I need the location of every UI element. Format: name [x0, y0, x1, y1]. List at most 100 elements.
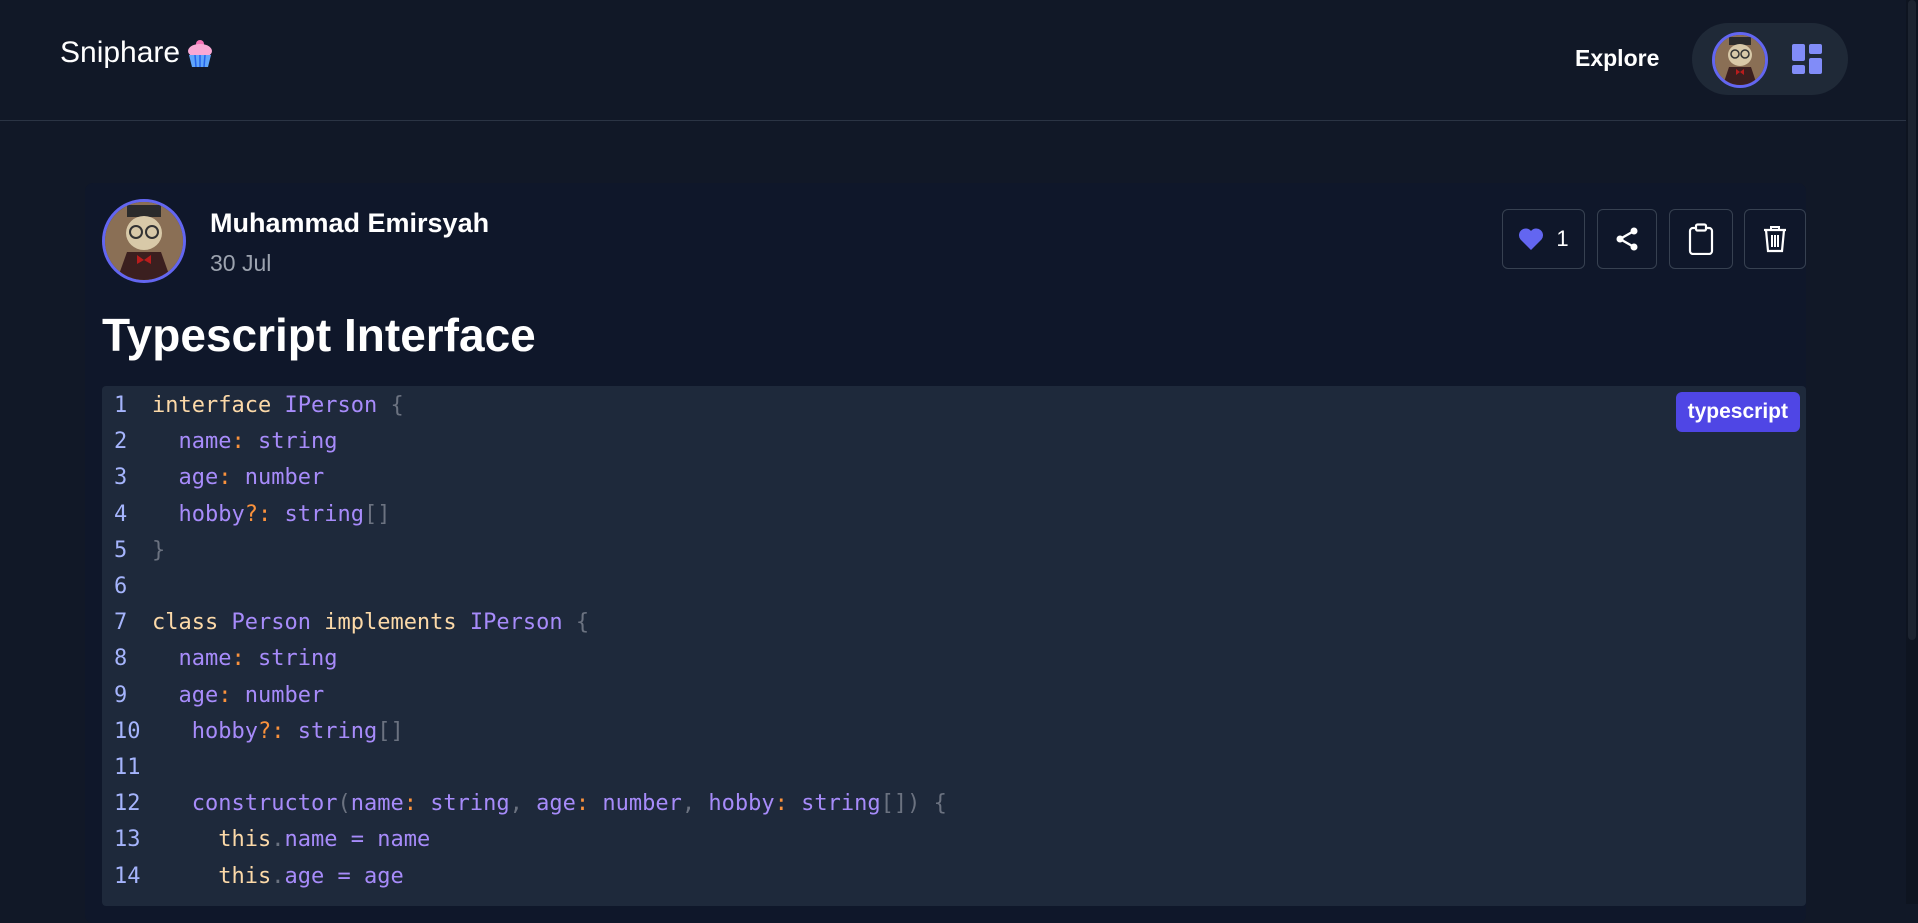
line-number: 13	[114, 827, 141, 853]
line-number: 8	[114, 646, 128, 672]
code-token: name	[284, 827, 338, 853]
code-token: :	[231, 429, 245, 455]
code-token: name	[178, 429, 232, 455]
like-count: 1	[1556, 226, 1569, 251]
code-token: name	[350, 791, 404, 817]
brand-logo[interactable]: Sniphare	[60, 36, 214, 70]
line-number: 1	[114, 393, 128, 418]
code-token: string	[284, 501, 364, 527]
code-token: hobby	[708, 791, 775, 817]
code-text: }	[152, 533, 165, 569]
delete-button[interactable]	[1744, 209, 1806, 269]
code-text: name: string	[152, 424, 338, 460]
code-token: {	[933, 791, 947, 817]
clipboard-icon	[1688, 223, 1714, 255]
owl-avatar-icon	[105, 202, 183, 280]
code-token: ,	[681, 791, 696, 817]
code-token: string	[257, 646, 338, 672]
code-token: age	[284, 863, 325, 889]
code-block[interactable]: typescript 1 interface IPerson {2 name: s…	[102, 386, 1806, 906]
code-token: hobby	[178, 501, 245, 527]
share-button[interactable]	[1597, 209, 1657, 269]
brand-name: Sniphare	[60, 36, 181, 69]
code-token: [])	[880, 791, 921, 817]
code-token: :	[774, 791, 788, 817]
code-text: interface IPerson {	[152, 388, 404, 424]
code-text: this.age = age	[152, 859, 403, 895]
code-token: name	[377, 827, 431, 853]
code-token: age	[178, 682, 219, 708]
trash-icon	[1764, 226, 1786, 253]
code-token: ?:	[257, 718, 285, 744]
code-token: string	[257, 429, 338, 455]
code-token: ,	[509, 791, 523, 817]
code-text: age: number	[152, 460, 325, 496]
nav-explore-link[interactable]: Explore	[1575, 45, 1659, 72]
code-text: class Person implements IPerson {	[152, 605, 589, 641]
code-token: number	[602, 791, 682, 817]
code-token: class	[152, 610, 219, 636]
top-navbar: Sniphare Explore	[0, 0, 1906, 121]
code-token: {	[390, 393, 404, 418]
code-token: :	[218, 465, 232, 491]
dashboard-icon[interactable]	[1791, 43, 1823, 75]
scrollbar-thumb[interactable]	[1908, 0, 1916, 640]
copy-button[interactable]	[1669, 209, 1733, 269]
code-token: :	[403, 791, 417, 817]
code-token: interface	[152, 393, 272, 418]
like-button[interactable]: 1	[1502, 209, 1585, 269]
code-token: {	[575, 610, 590, 636]
code-token: this	[218, 827, 272, 853]
author-name[interactable]: Muhammad Emirsyah	[210, 208, 489, 239]
code-token: constructor	[191, 791, 338, 817]
code-token: .	[271, 863, 285, 889]
code-token: []	[377, 718, 404, 744]
user-menu[interactable]	[1692, 23, 1848, 95]
code-text: hobby?: string[]	[152, 714, 404, 750]
code-token: age	[536, 791, 576, 817]
code-token: age	[178, 465, 219, 491]
snippet-title: Typescript Interface	[102, 309, 536, 361]
code-token: this	[218, 863, 272, 889]
code-text: this.name = name	[152, 822, 430, 858]
user-avatar[interactable]	[1712, 32, 1768, 88]
line-number: 12	[114, 791, 141, 817]
code-token: name	[178, 646, 232, 672]
line-number: 11	[114, 755, 141, 780]
code-token: IPerson	[469, 610, 563, 636]
code-token: :	[218, 682, 232, 708]
language-badge: typescript	[1675, 392, 1800, 432]
owl-avatar-icon	[1715, 35, 1765, 85]
code-token: number	[244, 682, 325, 708]
code-token: []	[363, 501, 391, 527]
line-number: 7	[114, 610, 128, 636]
author-avatar[interactable]	[102, 199, 186, 283]
code-token: =	[350, 827, 364, 853]
code-text: hobby?: string[]	[152, 497, 391, 533]
code-token: =	[337, 863, 351, 889]
